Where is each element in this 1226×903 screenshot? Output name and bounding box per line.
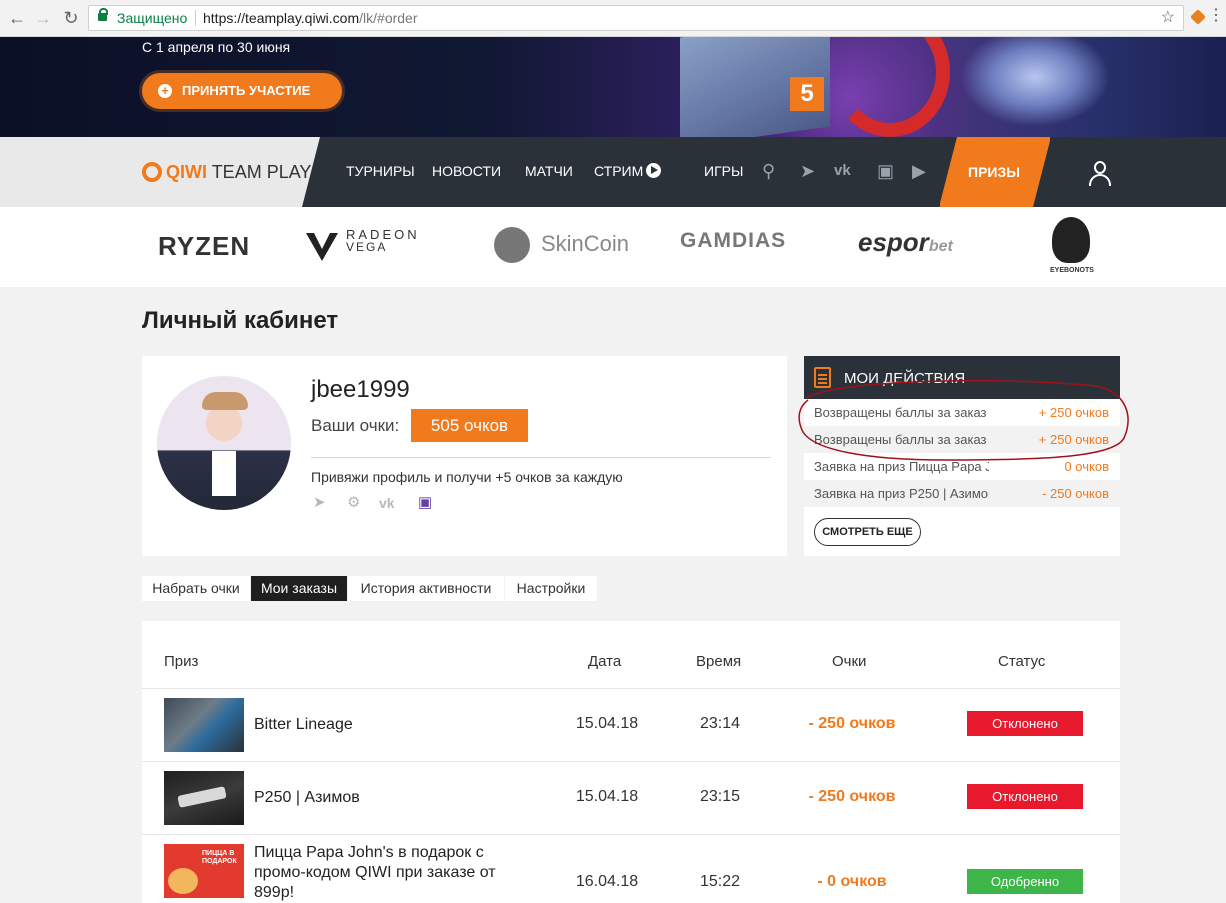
sponsors-bar: RYZEN RADEON VEGA SkinCoin GAMDIAS espor… [0,207,1226,287]
reload-icon[interactable]: ↻ [59,6,83,30]
tab-activity-history[interactable]: История активности [348,576,504,601]
eyeballers-mascot-icon [1052,217,1090,263]
prize-thumbnail [164,698,244,752]
order-points: - 250 очков [808,788,896,805]
table-row: ПИЦЦА В ПОДАРОК Пицца Papa John's в пода… [142,834,1120,903]
points-label: Ваши очки: [311,416,400,435]
prize-thumbnail [164,771,244,825]
prize-thumbnail: ПИЦЦА В ПОДАРОК [164,844,244,898]
banner-badge: 5 [790,77,824,111]
ryzen-logo[interactable]: RYZEN [158,231,250,262]
user-icon[interactable] [1088,161,1112,187]
nav-prizes[interactable]: ПРИЗЫ [939,137,1051,207]
status-badge: Отклонено [967,784,1083,809]
browser-toolbar: ← → ↻ Защищено https://teamplay.qiwi.com… [0,0,1226,37]
tab-my-orders[interactable]: Мои заказы [251,576,347,601]
banner-date: С 1 апреля по 30 июня [142,39,291,55]
order-date: 16.04.18 [575,873,639,890]
col-points: Очки [832,653,867,670]
twitch-icon[interactable]: ▣ [877,161,894,181]
link-profile-text: Привяжи профиль и получи +5 очков за каж… [311,469,623,485]
order-date: 15.04.18 [575,715,639,732]
order-points: - 250 очков [808,715,896,732]
main-nav: QIWI TEAM PLAY ТУРНИРЫ НОВОСТИ МАТЧИ СТР… [0,137,1226,207]
promo-banner: 5 С 1 апреля по 30 июня + ПРИНЯТЬ УЧАСТИ… [0,37,1226,137]
nav-news[interactable]: НОВОСТИ [432,163,501,179]
points-badge: 505 очков [411,409,528,442]
telegram-icon[interactable]: ➤ [313,495,326,511]
order-time: 23:14 [699,715,741,732]
eyebonots-logo[interactable]: EYEBONOTS [1050,267,1094,274]
back-icon[interactable]: ← [5,6,29,30]
avatar [157,376,291,510]
action-item: Заявка на приз P250 | Азимов - 250 очков [804,480,1120,507]
vega-logo: VEGA [346,240,388,254]
status-badge: Одобренно [967,869,1083,894]
order-time: 15:22 [699,873,741,890]
vk-icon[interactable]: vk [834,161,851,181]
prize-name: Bitter Lineage [254,716,353,733]
esporbet-logo[interactable]: esporbet [858,227,953,258]
secure-label: Защищено [117,10,188,26]
order-points: - 0 очков [817,873,887,890]
order-time: 23:15 [699,788,741,805]
see-more-button[interactable]: СМОТРЕТЬ ЕЩЕ [814,518,921,546]
tab-settings[interactable]: Настройки [505,576,597,601]
actions-header: МОИ ДЕЙСТВИЯ [804,356,1120,399]
status-badge: Отклонено [967,711,1083,736]
action-item: Возвращены баллы за заказ + 250 очков [804,426,1120,453]
nav-stream[interactable]: СТРИМ [594,163,662,179]
nav-games[interactable]: ИГРЫ [704,163,743,179]
join-button[interactable]: + ПРИНЯТЬ УЧАСТИЕ [142,73,342,109]
telegram-icon[interactable]: ➤ [800,161,815,181]
action-item: Заявка на приз Пицца Papa John's 0 очков [814,459,1109,474]
radeon-logo-mark [304,227,338,261]
col-status: Статус [998,653,1046,670]
nav-tournaments[interactable]: ТУРНИРЫ [346,163,415,179]
prize-name: Пицца Papa John's в подарок с промо-кодо… [254,844,496,901]
action-item: Возвращены баллы за заказ + 250 очков [814,405,1109,420]
tab-earn-points[interactable]: Набрать очки [142,576,250,601]
skincoin-logo[interactable]: SkinCoin [541,231,629,257]
col-date: Дата [588,653,622,670]
steam-icon[interactable]: ⚙ [347,495,360,511]
extension-icon[interactable] [1190,9,1206,25]
skincoin-icon [494,227,530,263]
browser-menu-icon[interactable]: ⋮ [1208,7,1224,25]
table-row: P250 | Азимов 15.04.18 23:15 - 250 очков… [142,761,1120,834]
username: jbee1999 [311,376,410,403]
youtube-icon[interactable]: ▶ [912,161,926,181]
col-prize: Приз [164,653,199,670]
col-time: Время [696,653,742,670]
order-date: 15.04.18 [575,788,639,805]
forward-icon[interactable]: → [31,6,55,30]
actions-title: МОИ ДЕЙСТВИЯ [844,370,966,387]
vk-icon[interactable]: vk [379,495,395,511]
gamdias-logo[interactable]: GAMDIAS [680,229,786,253]
plus-icon: + [158,84,172,98]
profile-card: jbee1999 Ваши очки: 505 очков Привяжи пр… [142,356,787,556]
page-title: Личный кабинет [142,307,339,334]
address-bar[interactable]: Защищено https://teamplay.qiwi.com/lk/#o… [88,5,1184,31]
qiwi-logo[interactable]: QIWI TEAM PLAY [142,161,311,183]
lock-icon [98,8,108,21]
play-icon [646,163,662,178]
clipboard-icon [814,367,831,388]
twitch-icon[interactable]: ▣ [418,495,432,511]
table-row: Bitter Lineage 15.04.18 23:14 - 250 очко… [142,688,1120,761]
divider [311,457,771,458]
bookmark-star-icon[interactable]: ☆ [1161,6,1175,30]
search-icon[interactable]: ⚲ [762,161,775,181]
prize-name: P250 | Азимов [254,789,360,806]
url-text: https://teamplay.qiwi.com/lk/#order [203,10,418,26]
my-actions-panel: МОИ ДЕЙСТВИЯ Возвращены баллы за заказ +… [804,356,1120,556]
orders-table: Приз Дата Время Очки Статус Bitter Linea… [142,621,1120,903]
nav-matches[interactable]: МАТЧИ [525,163,573,179]
